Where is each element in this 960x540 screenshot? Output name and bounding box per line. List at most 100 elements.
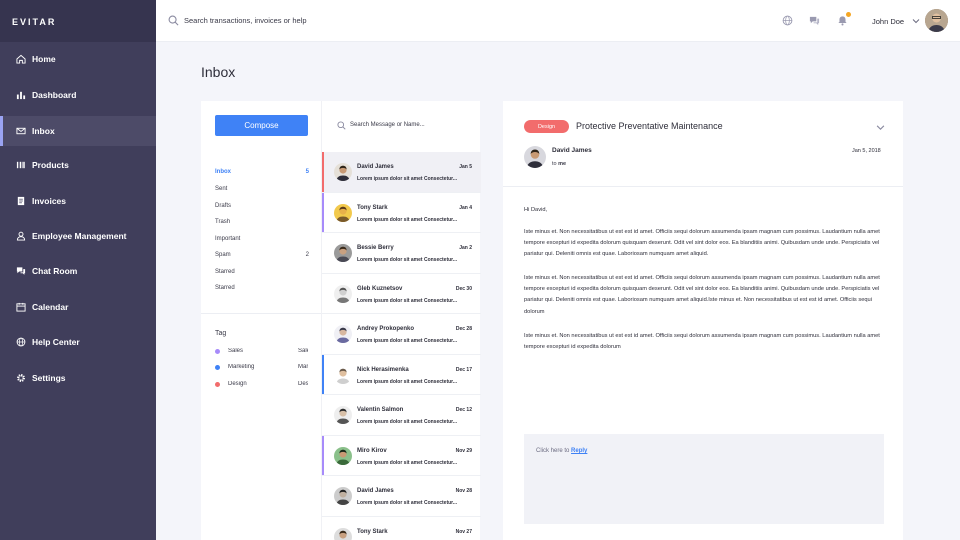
message-list-item[interactable]: Miro Kirov Nov 29 Lorem ipsum dolor sit am… [322, 435, 481, 476]
tag-design[interactable]: Design Design [215, 381, 321, 393]
top-bar: Search transactions, invoices or help Jo… [156, 0, 960, 42]
folder-inbox[interactable]: Inbox 5 [215, 169, 309, 175]
sidebar-item-help-center[interactable]: Help Center [0, 327, 156, 357]
message-list-item[interactable]: Andrey Prokopenko Dec 28 Lorem ipsum dolor… [322, 314, 481, 355]
reply-link[interactable]: Reply [571, 448, 587, 454]
globe-icon [15, 337, 26, 348]
chat-icon[interactable] [809, 15, 820, 26]
globe-icon[interactable] [782, 15, 793, 26]
folder-important[interactable]: Important [215, 236, 309, 242]
folder-label: Starred [215, 285, 235, 291]
sidebar-item-label: Settings [32, 373, 66, 383]
page-title: Inbox [201, 64, 236, 80]
message-search-input[interactable]: Search Message or Name... [350, 122, 425, 128]
avatar [334, 446, 352, 465]
sender-avatar [524, 146, 546, 168]
sidebar-item-products[interactable]: Products [0, 150, 156, 180]
message-sender: Bessie Berry [357, 245, 394, 251]
message-detail-panel: Design Protective Preventative Maintenan… [503, 101, 903, 540]
message-list-item[interactable]: Tony Stark Jan 4 Lorem ipsum dolor sit ame… [322, 192, 481, 233]
tag-color-dot [215, 365, 220, 370]
message-date: Jan 4 [459, 204, 472, 211]
message-preview: Lorem ipsum dolor sit amet Consectetur..… [357, 257, 458, 263]
message-date: Jan 5, 2018 [852, 148, 881, 154]
message-list-item[interactable]: Valentin Salmon Dec 12 Lorem ipsum dolor s… [322, 395, 481, 436]
tag-label-duplicate: Sales [298, 348, 308, 354]
notification-dot [846, 12, 851, 17]
chevron-down-icon[interactable] [876, 123, 885, 132]
message-greeting: Hi David, [524, 207, 548, 213]
sender-name: David James [552, 147, 592, 154]
tag-label: Sales [228, 348, 244, 354]
sidebar-item-chat-room[interactable]: Chat Room [0, 256, 156, 286]
message-paragraph: Iste minus et. Non necessitatibus ut est… [524, 333, 880, 351]
tag-list-scroll-mask [201, 393, 321, 540]
message-list-item[interactable]: Bessie Berry Jan 2 Lorem ipsum dolor sit a… [322, 233, 481, 274]
recipient: me [558, 161, 567, 167]
avatar [334, 365, 352, 384]
divider [201, 313, 321, 314]
tag-sales[interactable]: Sales Sales [215, 348, 321, 360]
tag-label: Marketing [228, 364, 255, 370]
user-icon [15, 231, 26, 242]
folder-starred[interactable]: Starred [215, 269, 309, 275]
sidebar-item-settings[interactable]: Settings [0, 363, 156, 393]
folder-drafts[interactable]: Drafts [215, 203, 309, 209]
avatar [334, 487, 352, 505]
divider [503, 186, 903, 187]
sidebar-item-label: Inbox [32, 126, 55, 136]
sidebar-item-label: Dashboard [32, 90, 77, 100]
message-sender: David James [357, 488, 394, 494]
brand-logo: EVITAR [0, 0, 156, 42]
sidebar-item-inbox[interactable]: Inbox [0, 116, 156, 146]
folder-panel: Compose Inbox 5 Sent Drafts Trash Important Sp… [201, 101, 321, 540]
tag-color-dot [215, 382, 220, 387]
folder-label: Starred [215, 269, 235, 275]
message-indicator-bar [322, 435, 324, 475]
folder-sent[interactable]: Sent [215, 186, 309, 192]
message-subject: Protective Preventative Maintenance [576, 121, 723, 131]
avatar [334, 406, 352, 424]
sidebar-item-dashboard[interactable]: Dashboard [0, 80, 156, 110]
message-preview: Lorem ipsum dolor sit amet Consectetur..… [357, 176, 458, 182]
message-list-item[interactable]: David James Jan 5 Lorem ipsum dolor sit am… [322, 152, 481, 193]
message-indicator-bar [322, 152, 324, 192]
folder-spam[interactable]: Spam 2 [215, 252, 309, 258]
message-date: Nov 29 [455, 447, 472, 454]
document-icon [15, 196, 26, 207]
folder-count: 2 [305, 252, 309, 258]
message-list-item[interactable]: Nick Herasimenka Dec 17 Lorem ipsum dolor … [322, 354, 481, 395]
compose-button[interactable]: Compose [215, 115, 308, 136]
sidebar-item-calendar[interactable]: Calendar [0, 292, 156, 322]
message-list-item[interactable]: Tony StarkNov 27Lorem ipsum dolor sit am… [322, 517, 481, 540]
chat-icon [15, 266, 26, 277]
message-paragraph: Iste minus et. Non necessitatibus ut est… [524, 229, 880, 258]
message-indicator-bar [322, 354, 324, 394]
reply-box[interactable]: Click here to Reply [524, 434, 884, 524]
message-list-item[interactable]: David James Nov 28 Lorem ipsum dolor sit a… [322, 476, 481, 517]
chevron-down-icon[interactable] [912, 17, 920, 25]
tag-marketing[interactable]: Marketing Marketing [215, 364, 321, 376]
folder-count: 5 [305, 169, 309, 175]
sidebar-item-home[interactable]: Home [0, 44, 156, 74]
user-name[interactable]: John Doe [872, 17, 904, 26]
gear-icon [15, 373, 26, 384]
avatar [334, 527, 352, 540]
sidebar-item-label: Chat Room [32, 266, 78, 276]
sidebar-item-invoices[interactable]: Invoices [0, 186, 156, 216]
message-date: Dec 28 [455, 326, 472, 332]
barcode-icon [15, 160, 26, 171]
tag-label-duplicate: Marketing [298, 364, 308, 370]
message-preview: Lorem ipsum dolor sit amet Consectetur..… [357, 297, 458, 304]
message-preview: Lorem ipsum dolor sit amet Consectetur..… [357, 338, 458, 344]
folder-label: Sent [215, 186, 228, 192]
global-search-input[interactable]: Search transactions, invoices or help [184, 16, 307, 25]
sidebar-item-employee-management[interactable]: Employee Management [0, 221, 156, 251]
message-list-item[interactable]: Gleb Kuznetsov Dec 30 Lorem ipsum dolor si… [322, 274, 481, 314]
tag-badge: Design [524, 120, 569, 133]
message-date: Jan 2 [459, 245, 472, 251]
user-avatar[interactable] [925, 9, 948, 32]
folder-trash[interactable]: Trash [215, 219, 309, 225]
folder-starred[interactable]: Starred [215, 285, 309, 291]
message-date: Dec 12 [455, 407, 472, 413]
